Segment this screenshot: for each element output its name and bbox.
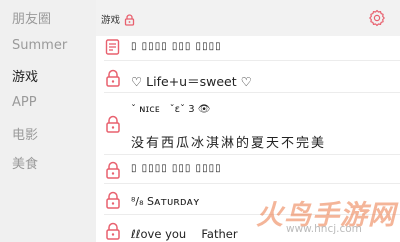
list-item[interactable]: ♡ Life+u＝sweet ♡ — [131, 71, 252, 90]
lock-icon — [124, 11, 135, 26]
lock-icon[interactable] — [104, 222, 122, 240]
page-title: 游戏 — [101, 15, 121, 26]
divider — [104, 154, 400, 155]
lock-icon[interactable] — [104, 191, 122, 209]
watermark-url: www.hncj.com — [286, 223, 362, 235]
document-edit-icon[interactable] — [104, 38, 122, 56]
list-item[interactable]: 没有西瓜冰淇淋的夏天不完美 — [131, 132, 326, 151]
sidebar-item-food[interactable]: 美食 — [12, 153, 38, 172]
lock-icon[interactable] — [104, 69, 122, 87]
list-item[interactable]: ⁸/₈ Sᴀᴛᴜʀᴅᴀʏ — [131, 195, 200, 208]
sidebar-item-games[interactable]: 游戏 — [12, 66, 38, 85]
watermark-logo: 火鸟手游网 www.hncj.com — [250, 193, 400, 241]
divider — [104, 60, 400, 61]
gear-icon[interactable] — [368, 9, 386, 27]
content-header: 游戏 — [96, 0, 400, 36]
sidebar-item-moments[interactable]: 朋友圈 — [12, 8, 51, 27]
sidebar: 朋友圈 Summer 游戏 APP 电影 美食 — [0, 0, 96, 242]
sidebar-item-movies[interactable]: 电影 — [12, 124, 38, 143]
sidebar-item-summer[interactable]: Summer — [12, 38, 67, 53]
divider — [104, 183, 400, 184]
lock-icon[interactable] — [104, 161, 122, 179]
sidebar-item-app[interactable]: APP — [12, 95, 37, 110]
list-item[interactable]: ▯ ▯▯▯▯ ▯▯▯ ▯▯▯▯ — [131, 41, 222, 52]
list-item[interactable]: ˇ ɴɪᴄᴇ ˇεˇ 3 👁 — [131, 100, 210, 115]
list-item[interactable]: ℓℓove you Father — [131, 226, 238, 242]
lock-icon[interactable] — [104, 115, 122, 133]
divider — [104, 92, 400, 93]
list-item[interactable]: ▯ ▯▯▯▯ ▯▯▯ ▯▯▯▯ — [131, 163, 222, 174]
